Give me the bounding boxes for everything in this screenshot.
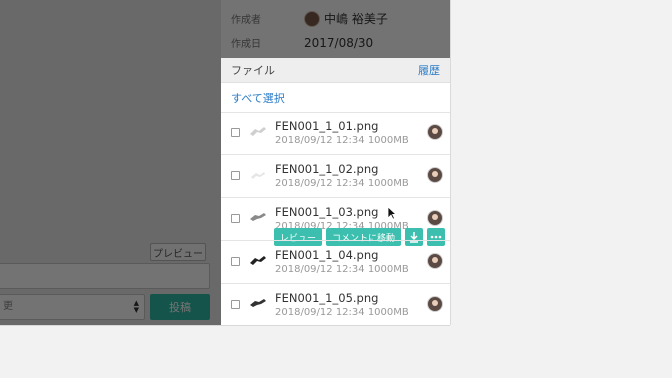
- file-meta: 2018/09/12 12:34 1000MB: [275, 307, 409, 318]
- screen: プレビュー 更 ▲ ▼ 投稿 作成者 中嶋 裕美子 作成日 2017/08/30 …: [0, 0, 672, 378]
- status-select-value: 更: [3, 301, 13, 312]
- file-checkbox[interactable]: [231, 300, 240, 309]
- preview-button[interactable]: プレビュー: [150, 243, 206, 261]
- file-name[interactable]: FEN001_1_04.png: [275, 248, 378, 262]
- bottom-edge: [0, 325, 450, 326]
- panel-edge: [450, 0, 451, 325]
- mouse-pointer-icon: [387, 206, 397, 220]
- file-name[interactable]: FEN001_1_02.png: [275, 162, 378, 176]
- file-panel: 作成者 中嶋 裕美子 作成日 2017/08/30 ファイル 履歴 すべて選択 …: [221, 0, 450, 325]
- creator-row: 作成者 中嶋 裕美子: [231, 10, 388, 27]
- date-value: 2017/08/30: [304, 35, 374, 50]
- uploader-avatar: [427, 167, 443, 183]
- file-row[interactable]: FEN001_1_04.png 2018/09/12 12:34 1000MB: [221, 241, 450, 283]
- files-title: ファイル: [231, 64, 275, 77]
- status-select[interactable]: 更 ▲ ▼: [0, 294, 145, 320]
- file-name[interactable]: FEN001_1_03.png: [275, 205, 378, 219]
- post-button[interactable]: 投稿: [150, 294, 210, 320]
- creator-avatar: [304, 10, 320, 27]
- file-checkbox[interactable]: [231, 171, 240, 180]
- creator-name: 中嶋 裕美子: [324, 12, 388, 26]
- file-checkbox[interactable]: [231, 257, 240, 266]
- file-thumbnail: [250, 213, 266, 221]
- file-checkbox[interactable]: [231, 128, 240, 137]
- file-row[interactable]: FEN001_1_05.png 2018/09/12 12:34 1000MB: [221, 284, 450, 325]
- date-row: 作成日 2017/08/30: [231, 35, 374, 51]
- file-checkbox[interactable]: [231, 214, 240, 223]
- date-key: 作成日: [231, 39, 261, 50]
- uploader-avatar: [427, 124, 443, 140]
- file-thumbnail: [250, 299, 266, 307]
- comment-input[interactable]: [0, 263, 210, 289]
- file-meta: 2018/09/12 12:34 1000MB: [275, 135, 409, 146]
- file-thumbnail: [251, 172, 265, 179]
- left-pane: プレビュー 更 ▲ ▼ 投稿: [0, 0, 221, 325]
- select-arrows-icon: ▲ ▼: [133, 299, 139, 314]
- creator-key: 作成者: [231, 15, 261, 26]
- file-row[interactable]: FEN001_1_02.png 2018/09/12 12:34 1000MB: [221, 155, 450, 197]
- files-header: ファイル 履歴: [221, 58, 450, 83]
- file-name[interactable]: FEN001_1_01.png: [275, 119, 378, 133]
- file-meta: 2018/09/12 12:34 1000MB: [275, 178, 409, 189]
- file-name[interactable]: FEN001_1_05.png: [275, 291, 378, 305]
- uploader-avatar: [427, 296, 443, 312]
- uploader-avatar: [427, 253, 443, 269]
- file-thumbnail: [250, 127, 266, 136]
- history-link[interactable]: 履歴: [418, 62, 440, 78]
- uploader-avatar: [427, 210, 443, 226]
- file-thumbnail: [250, 256, 266, 265]
- file-row[interactable]: FEN001_1_01.png 2018/09/12 12:34 1000MB: [221, 112, 450, 154]
- file-meta: 2018/09/12 12:34 1000MB: [275, 264, 409, 275]
- select-all-link[interactable]: すべて選択: [231, 90, 285, 106]
